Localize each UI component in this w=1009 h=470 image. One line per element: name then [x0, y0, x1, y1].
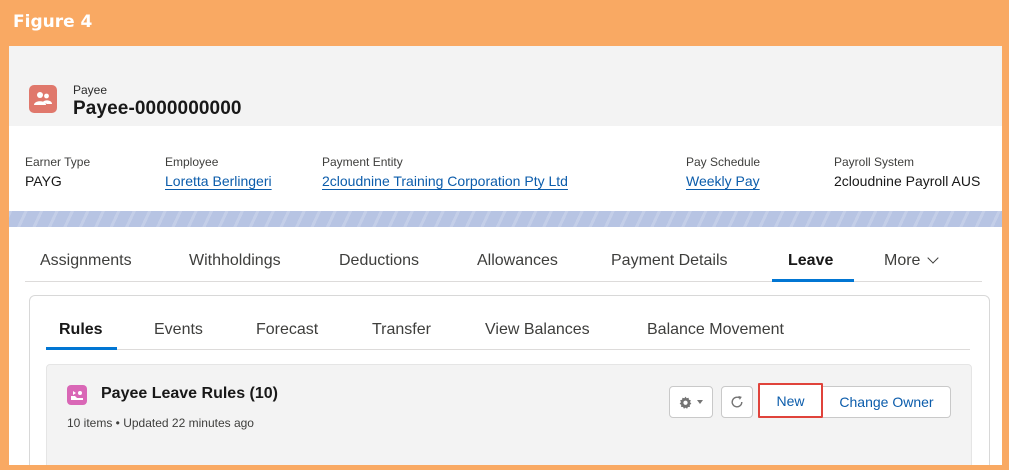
highlight-payroll-system: Payroll System 2cloudnine Payroll AUS [834, 154, 980, 191]
subtab-forecast[interactable]: Forecast [256, 321, 318, 339]
tab-allowances[interactable]: Allowances [477, 252, 558, 270]
leave-rules-icon [67, 385, 87, 405]
field-label: Pay Schedule [686, 155, 761, 169]
highlight-employee: Employee Loretta Berlingeri [165, 154, 272, 191]
related-list-title[interactable]: Payee Leave Rules (10) [101, 385, 278, 403]
employee-link[interactable]: Loretta Berlingeri [165, 171, 272, 191]
sub-tab-bar: Rules Events Forecast Transfer View Bala… [46, 312, 970, 350]
tab-withholdings[interactable]: Withholdings [189, 252, 281, 270]
tab-leave[interactable]: Leave [788, 252, 833, 270]
refresh-icon [731, 395, 743, 408]
decorative-band [9, 211, 1002, 227]
related-list-card: Payee Leave Rules (10) 10 items • Update… [46, 364, 972, 465]
main-tab-bar: Assignments Withholdings Deductions Allo… [25, 242, 982, 282]
subtab-rules[interactable]: Rules [59, 321, 103, 339]
tab-more[interactable]: More [884, 252, 940, 270]
refresh-button[interactable] [721, 386, 753, 418]
record-type-label: Payee [73, 83, 108, 97]
field-value: 2cloudnine Payroll AUS [834, 173, 981, 189]
subtab-view-balances[interactable]: View Balances [485, 321, 590, 339]
highlight-payment-entity: Payment Entity 2cloudnine Training Corpo… [322, 154, 568, 191]
tab-assignments[interactable]: Assignments [40, 252, 132, 270]
related-list-meta: 10 items • Updated 22 minutes ago [67, 416, 254, 430]
highlight-earner-type: Earner Type PAYG [25, 154, 90, 191]
field-label: Employee [165, 155, 219, 169]
tab-payment-details[interactable]: Payment Details [611, 252, 728, 270]
subtab-balance-movement[interactable]: Balance Movement [647, 321, 784, 339]
record-title: Payee-0000000000 [73, 98, 242, 119]
gear-icon [679, 396, 692, 409]
pay-schedule-link[interactable]: Weekly Pay [686, 171, 760, 191]
figure-label: Figure 4 [13, 12, 93, 32]
subtab-transfer[interactable]: Transfer [372, 321, 431, 339]
highlight-pay-schedule: Pay Schedule Weekly Pay [686, 154, 760, 191]
payee-users-icon [29, 85, 57, 113]
record-page: Payee Payee-0000000000 Earner Type PAYG … [9, 46, 1002, 465]
caret-down-icon [697, 400, 703, 404]
tab-deductions[interactable]: Deductions [339, 252, 419, 270]
field-value: PAYG [25, 173, 62, 189]
list-settings-button[interactable] [669, 386, 713, 418]
field-label: Payroll System [834, 155, 915, 169]
payment-entity-link[interactable]: 2cloudnine Training Corporation Pty Ltd [322, 171, 568, 191]
subtab-events[interactable]: Events [154, 321, 203, 339]
active-subtab-indicator [46, 347, 117, 350]
field-label: Payment Entity [322, 155, 403, 169]
field-label: Earner Type [25, 155, 91, 169]
more-label: More [884, 252, 921, 269]
chevron-down-icon [927, 252, 940, 264]
new-button[interactable]: New [758, 383, 823, 418]
leave-panel: Rules Events Forecast Transfer View Bala… [29, 295, 990, 465]
change-owner-button[interactable]: Change Owner [823, 386, 951, 418]
active-tab-indicator [772, 279, 854, 282]
